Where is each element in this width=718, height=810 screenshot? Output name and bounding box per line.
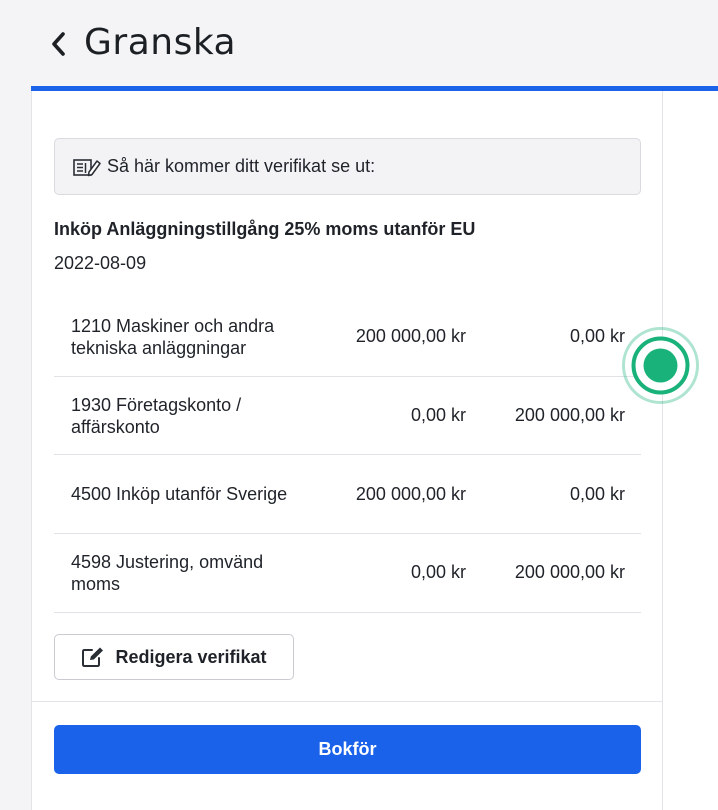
table-row: 1930 Företagskonto / affärskonto 0,00 kr… bbox=[54, 377, 641, 456]
account-cell: 1930 Företagskonto / affärskonto bbox=[71, 394, 242, 437]
receipt-edit-icon bbox=[73, 156, 101, 178]
verification-date: 2022-08-09 bbox=[54, 253, 147, 273]
chevron-left-icon bbox=[52, 32, 65, 56]
account-cell: 4598 Justering, omvänd moms bbox=[71, 551, 264, 594]
section-divider bbox=[32, 701, 662, 702]
edit-verification-button[interactable]: Redigera verifikat bbox=[54, 634, 294, 680]
info-box: Så här kommer ditt verifikat se ut: bbox=[54, 138, 641, 195]
credit-cell: 200 000,00 kr bbox=[514, 562, 625, 583]
verification-title: Inköp Anläggningstillgång 25% moms utanf… bbox=[54, 219, 476, 239]
account-cell: 1210 Maskiner och andra tekniska anläggn… bbox=[71, 315, 275, 358]
verification-rows: 1210 Maskiner och andra tekniska anläggn… bbox=[54, 298, 641, 613]
book-button[interactable]: Bokför bbox=[54, 725, 641, 774]
debit-cell: 200 000,00 kr bbox=[355, 326, 466, 347]
credit-cell: 0,00 kr bbox=[569, 483, 625, 504]
side-panel bbox=[663, 91, 718, 810]
credit-cell: 200 000,00 kr bbox=[514, 405, 625, 426]
click-marker bbox=[621, 326, 700, 405]
table-row: 4500 Inköp utanför Sverige 200 000,00 kr… bbox=[54, 455, 641, 535]
edit-icon bbox=[81, 646, 105, 668]
page-header: Granska bbox=[0, 0, 718, 86]
debit-cell: 0,00 kr bbox=[410, 562, 466, 583]
page-title: Granska bbox=[84, 22, 237, 63]
table-row: 1210 Maskiner och andra tekniska anläggn… bbox=[54, 298, 641, 377]
review-panel: Så här kommer ditt verifikat se ut: Inkö… bbox=[31, 91, 663, 810]
account-cell: 4500 Inköp utanför Sverige bbox=[71, 484, 288, 505]
table-row: 4598 Justering, omvänd moms 0,00 kr 200 … bbox=[54, 534, 641, 613]
debit-cell: 200 000,00 kr bbox=[355, 483, 466, 504]
edit-button-label: Redigera verifikat bbox=[115, 646, 267, 667]
back-button[interactable] bbox=[44, 26, 72, 62]
book-button-label: Bokför bbox=[318, 739, 377, 759]
credit-cell: 0,00 kr bbox=[569, 326, 625, 347]
debit-cell: 0,00 kr bbox=[410, 405, 466, 426]
info-text: Så här kommer ditt verifikat se ut: bbox=[107, 156, 376, 176]
